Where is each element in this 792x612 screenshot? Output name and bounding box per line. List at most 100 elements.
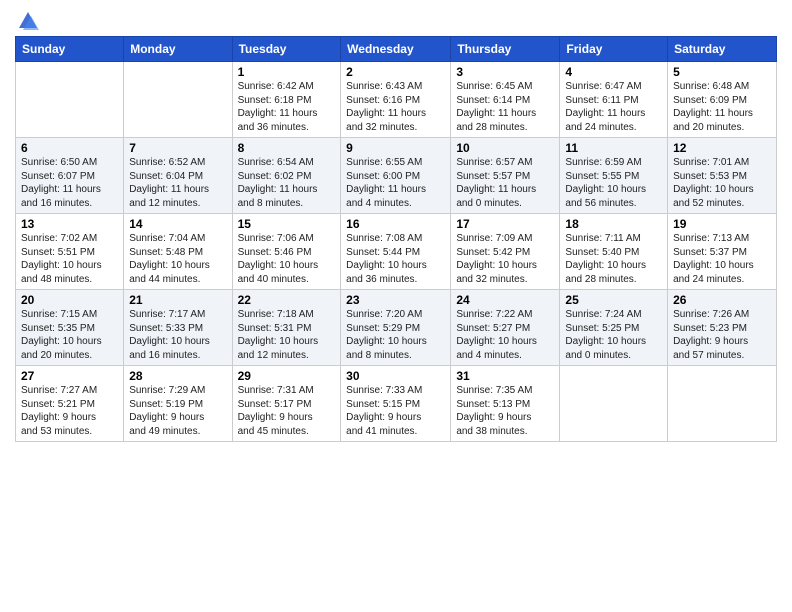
day-info: Sunrise: 6:42 AM Sunset: 6:18 PM Dayligh… xyxy=(238,80,336,134)
day-number: 14 xyxy=(129,217,226,231)
day-info: Sunrise: 7:17 AM Sunset: 5:33 PM Dayligh… xyxy=(129,308,226,362)
calendar-cell: 12Sunrise: 7:01 AM Sunset: 5:53 PM Dayli… xyxy=(668,138,777,214)
calendar-cell xyxy=(668,366,777,442)
day-number: 24 xyxy=(456,293,554,307)
calendar-cell: 9Sunrise: 6:55 AM Sunset: 6:00 PM Daylig… xyxy=(341,138,451,214)
calendar-cell: 5Sunrise: 6:48 AM Sunset: 6:09 PM Daylig… xyxy=(668,62,777,138)
weekday-header: Friday xyxy=(560,37,668,62)
calendar-cell: 26Sunrise: 7:26 AM Sunset: 5:23 PM Dayli… xyxy=(668,290,777,366)
calendar-cell: 25Sunrise: 7:24 AM Sunset: 5:25 PM Dayli… xyxy=(560,290,668,366)
calendar-cell: 20Sunrise: 7:15 AM Sunset: 5:35 PM Dayli… xyxy=(16,290,124,366)
day-number: 6 xyxy=(21,141,118,155)
calendar-week-row: 27Sunrise: 7:27 AM Sunset: 5:21 PM Dayli… xyxy=(16,366,777,442)
calendar-cell: 13Sunrise: 7:02 AM Sunset: 5:51 PM Dayli… xyxy=(16,214,124,290)
calendar-cell: 18Sunrise: 7:11 AM Sunset: 5:40 PM Dayli… xyxy=(560,214,668,290)
day-info: Sunrise: 7:06 AM Sunset: 5:46 PM Dayligh… xyxy=(238,232,336,286)
calendar-cell: 2Sunrise: 6:43 AM Sunset: 6:16 PM Daylig… xyxy=(341,62,451,138)
day-info: Sunrise: 6:48 AM Sunset: 6:09 PM Dayligh… xyxy=(673,80,771,134)
calendar-cell: 11Sunrise: 6:59 AM Sunset: 5:55 PM Dayli… xyxy=(560,138,668,214)
day-info: Sunrise: 6:52 AM Sunset: 6:04 PM Dayligh… xyxy=(129,156,226,210)
day-number: 19 xyxy=(673,217,771,231)
calendar-cell: 30Sunrise: 7:33 AM Sunset: 5:15 PM Dayli… xyxy=(341,366,451,442)
weekday-header: Monday xyxy=(124,37,232,62)
calendar-cell: 15Sunrise: 7:06 AM Sunset: 5:46 PM Dayli… xyxy=(232,214,341,290)
day-number: 30 xyxy=(346,369,445,383)
day-info: Sunrise: 7:08 AM Sunset: 5:44 PM Dayligh… xyxy=(346,232,445,286)
day-info: Sunrise: 7:09 AM Sunset: 5:42 PM Dayligh… xyxy=(456,232,554,286)
day-info: Sunrise: 7:04 AM Sunset: 5:48 PM Dayligh… xyxy=(129,232,226,286)
weekday-header: Tuesday xyxy=(232,37,341,62)
calendar-header-row: SundayMondayTuesdayWednesdayThursdayFrid… xyxy=(16,37,777,62)
day-number: 12 xyxy=(673,141,771,155)
calendar-cell: 31Sunrise: 7:35 AM Sunset: 5:13 PM Dayli… xyxy=(451,366,560,442)
day-number: 5 xyxy=(673,65,771,79)
day-info: Sunrise: 6:43 AM Sunset: 6:16 PM Dayligh… xyxy=(346,80,445,134)
day-number: 20 xyxy=(21,293,118,307)
day-info: Sunrise: 7:11 AM Sunset: 5:40 PM Dayligh… xyxy=(565,232,662,286)
logo xyxy=(15,10,39,28)
calendar-cell: 16Sunrise: 7:08 AM Sunset: 5:44 PM Dayli… xyxy=(341,214,451,290)
day-number: 26 xyxy=(673,293,771,307)
day-number: 1 xyxy=(238,65,336,79)
day-number: 16 xyxy=(346,217,445,231)
calendar-table: SundayMondayTuesdayWednesdayThursdayFrid… xyxy=(15,36,777,442)
calendar-cell: 1Sunrise: 6:42 AM Sunset: 6:18 PM Daylig… xyxy=(232,62,341,138)
day-number: 23 xyxy=(346,293,445,307)
day-number: 4 xyxy=(565,65,662,79)
calendar-cell: 17Sunrise: 7:09 AM Sunset: 5:42 PM Dayli… xyxy=(451,214,560,290)
calendar-week-row: 6Sunrise: 6:50 AM Sunset: 6:07 PM Daylig… xyxy=(16,138,777,214)
logo-icon xyxy=(17,10,39,32)
day-number: 11 xyxy=(565,141,662,155)
calendar-cell: 8Sunrise: 6:54 AM Sunset: 6:02 PM Daylig… xyxy=(232,138,341,214)
calendar-cell: 29Sunrise: 7:31 AM Sunset: 5:17 PM Dayli… xyxy=(232,366,341,442)
day-number: 25 xyxy=(565,293,662,307)
day-info: Sunrise: 7:13 AM Sunset: 5:37 PM Dayligh… xyxy=(673,232,771,286)
calendar-cell: 19Sunrise: 7:13 AM Sunset: 5:37 PM Dayli… xyxy=(668,214,777,290)
day-info: Sunrise: 6:50 AM Sunset: 6:07 PM Dayligh… xyxy=(21,156,118,210)
header xyxy=(15,10,777,28)
day-info: Sunrise: 7:24 AM Sunset: 5:25 PM Dayligh… xyxy=(565,308,662,362)
day-info: Sunrise: 7:29 AM Sunset: 5:19 PM Dayligh… xyxy=(129,384,226,438)
day-info: Sunrise: 6:59 AM Sunset: 5:55 PM Dayligh… xyxy=(565,156,662,210)
calendar-week-row: 20Sunrise: 7:15 AM Sunset: 5:35 PM Dayli… xyxy=(16,290,777,366)
day-number: 28 xyxy=(129,369,226,383)
day-number: 22 xyxy=(238,293,336,307)
day-number: 31 xyxy=(456,369,554,383)
weekday-header: Wednesday xyxy=(341,37,451,62)
weekday-header: Saturday xyxy=(668,37,777,62)
day-number: 8 xyxy=(238,141,336,155)
day-number: 18 xyxy=(565,217,662,231)
day-info: Sunrise: 6:47 AM Sunset: 6:11 PM Dayligh… xyxy=(565,80,662,134)
calendar-cell: 22Sunrise: 7:18 AM Sunset: 5:31 PM Dayli… xyxy=(232,290,341,366)
day-number: 3 xyxy=(456,65,554,79)
day-info: Sunrise: 7:02 AM Sunset: 5:51 PM Dayligh… xyxy=(21,232,118,286)
day-info: Sunrise: 7:01 AM Sunset: 5:53 PM Dayligh… xyxy=(673,156,771,210)
day-number: 2 xyxy=(346,65,445,79)
day-number: 29 xyxy=(238,369,336,383)
day-info: Sunrise: 7:15 AM Sunset: 5:35 PM Dayligh… xyxy=(21,308,118,362)
day-number: 27 xyxy=(21,369,118,383)
calendar-cell: 3Sunrise: 6:45 AM Sunset: 6:14 PM Daylig… xyxy=(451,62,560,138)
calendar-cell xyxy=(560,366,668,442)
calendar-cell: 24Sunrise: 7:22 AM Sunset: 5:27 PM Dayli… xyxy=(451,290,560,366)
page-container: SundayMondayTuesdayWednesdayThursdayFrid… xyxy=(0,0,792,452)
day-info: Sunrise: 7:33 AM Sunset: 5:15 PM Dayligh… xyxy=(346,384,445,438)
day-number: 9 xyxy=(346,141,445,155)
day-number: 17 xyxy=(456,217,554,231)
calendar-cell: 4Sunrise: 6:47 AM Sunset: 6:11 PM Daylig… xyxy=(560,62,668,138)
calendar-cell: 23Sunrise: 7:20 AM Sunset: 5:29 PM Dayli… xyxy=(341,290,451,366)
day-info: Sunrise: 6:55 AM Sunset: 6:00 PM Dayligh… xyxy=(346,156,445,210)
weekday-header: Thursday xyxy=(451,37,560,62)
calendar-cell: 6Sunrise: 6:50 AM Sunset: 6:07 PM Daylig… xyxy=(16,138,124,214)
calendar-cell xyxy=(16,62,124,138)
day-info: Sunrise: 7:22 AM Sunset: 5:27 PM Dayligh… xyxy=(456,308,554,362)
day-info: Sunrise: 7:35 AM Sunset: 5:13 PM Dayligh… xyxy=(456,384,554,438)
day-number: 10 xyxy=(456,141,554,155)
calendar-cell: 27Sunrise: 7:27 AM Sunset: 5:21 PM Dayli… xyxy=(16,366,124,442)
calendar-cell: 10Sunrise: 6:57 AM Sunset: 5:57 PM Dayli… xyxy=(451,138,560,214)
day-info: Sunrise: 6:54 AM Sunset: 6:02 PM Dayligh… xyxy=(238,156,336,210)
day-number: 15 xyxy=(238,217,336,231)
day-info: Sunrise: 7:27 AM Sunset: 5:21 PM Dayligh… xyxy=(21,384,118,438)
calendar-cell: 7Sunrise: 6:52 AM Sunset: 6:04 PM Daylig… xyxy=(124,138,232,214)
calendar-week-row: 1Sunrise: 6:42 AM Sunset: 6:18 PM Daylig… xyxy=(16,62,777,138)
